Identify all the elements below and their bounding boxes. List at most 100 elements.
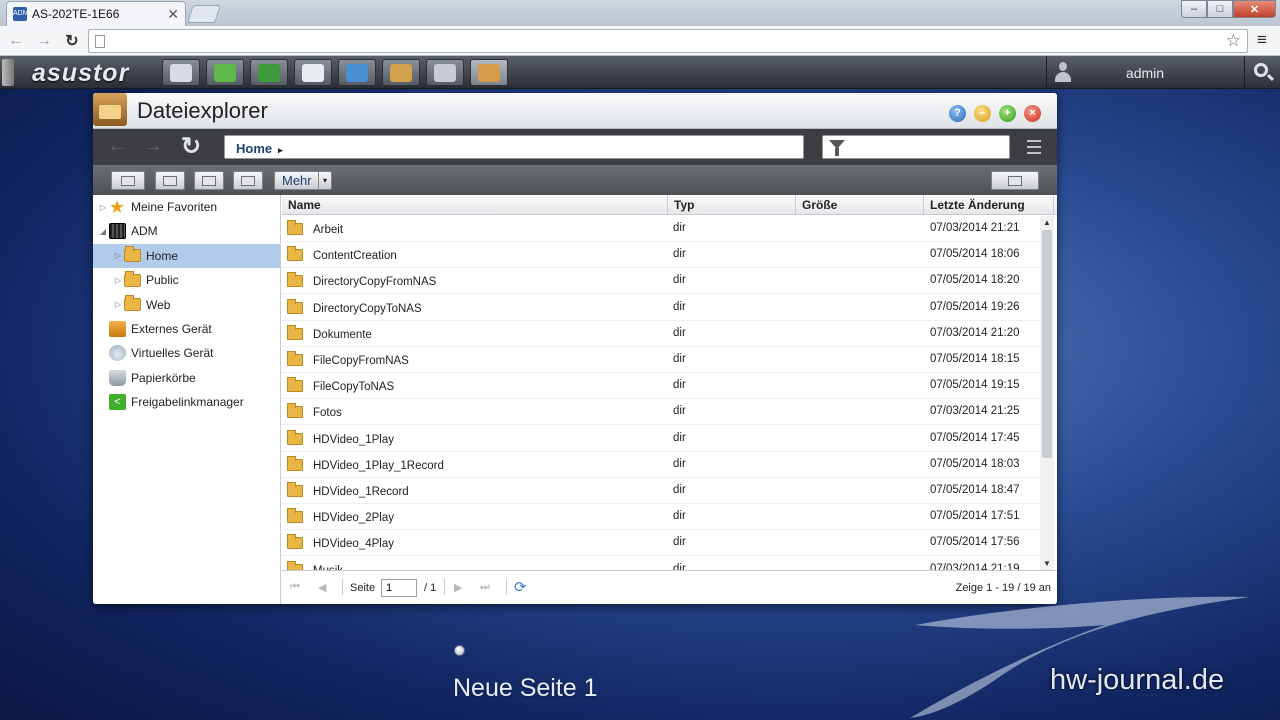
refresh-list-icon[interactable]: ⟳ [514,578,527,596]
table-row[interactable]: HDVideo_2Play dir 07/05/2014 17:51 [282,504,1040,531]
external-devices-app-icon[interactable] [426,59,464,86]
file-modified: 07/03/2014 21:20 [930,326,1020,339]
first-page-icon[interactable]: ⏮ [290,581,300,594]
browser-tab[interactable]: ADM AS-202TE-1E66 ✕ [6,1,186,26]
scroll-up-icon[interactable]: ▲ [1043,218,1051,227]
tree-item-home[interactable]: ▷ Home [93,243,280,268]
table-row[interactable]: FileCopyFromNAS dir 07/05/2014 18:15 [282,347,1040,373]
file-rows: Arbeit dir 07/03/2014 21:21 ContentCreation… [282,216,1040,570]
minimize-button[interactable]: – [974,105,991,122]
previous-page-icon[interactable]: ◀ [318,581,326,594]
maximize-button[interactable]: + [999,105,1016,122]
tree-item-label: Externes Gerät [131,322,212,336]
breadcrumb-arrow-icon[interactable]: ▸ [278,145,283,155]
window-titlebar[interactable]: Dateiexplorer ? – + × [93,93,1057,129]
back-button[interactable]: ← [4,32,28,50]
table-row[interactable]: DirectoryCopyFromNAS dir 07/05/2014 18:20 [282,268,1040,295]
table-row[interactable]: Arbeit dir 07/03/2014 21:21 [282,216,1040,242]
refresh-icon[interactable]: ↻ [181,132,201,161]
page-number-input[interactable] [381,579,417,597]
forward-icon[interactable]: → [143,135,163,158]
tree-item-adm[interactable]: ◢ ADM [93,219,280,243]
table-row[interactable]: HDVideo_4Play dir 07/05/2014 17:56 [282,530,1040,557]
filter-input[interactable] [822,135,1010,159]
window-close-button[interactable]: ✕ [1233,0,1276,18]
reload-button[interactable]: ↻ [60,31,84,51]
system-information-app-icon[interactable] [162,59,200,86]
next-page-icon[interactable]: ▶ [454,581,462,594]
upload-button[interactable] [111,171,145,190]
list-options-icon[interactable] [1027,140,1041,154]
table-row[interactable]: Dokumente dir 07/03/2014 21:20 [282,321,1040,347]
new-folder-button[interactable] [155,171,185,190]
folder-icon [287,508,303,524]
taskbar-handle[interactable] [2,59,14,86]
expander-icon[interactable]: ▷ [97,203,109,212]
user-icon[interactable] [1054,62,1072,82]
column-size[interactable]: Größe [796,195,924,215]
window-maximize-button[interactable]: □ [1207,0,1233,18]
tree-item-web[interactable]: ▷ Web [93,293,280,317]
breadcrumb-home[interactable]: Home [236,141,272,156]
new-tab-button[interactable] [187,5,221,23]
folder-icon [124,270,141,287]
path-bar[interactable]: Home ▸ [224,135,804,159]
access-control-app-icon[interactable] [294,59,332,86]
app-central-icon[interactable] [250,59,288,86]
table-row[interactable]: Musikdir07/03/2014 21:19 [282,557,1040,570]
table-row[interactable]: DirectoryCopyToNAS dir 07/05/2014 19:26 [282,295,1040,321]
properties-icon [241,175,255,186]
page-icon [95,35,105,48]
tree-item-meine-favoriten[interactable]: ▷ ★ Meine Favoriten [93,195,280,219]
tab-close-icon[interactable]: ✕ [167,6,179,23]
file-modified: 07/05/2014 19:15 [930,379,1020,392]
last-page-icon[interactable]: ⏭ [480,581,490,594]
table-row[interactable]: HDVideo_1Record dir 07/05/2014 18:47 [282,478,1040,504]
storage-manager-app-icon-glyph [214,63,236,82]
storage-manager-app-icon[interactable] [206,59,244,86]
search-icon[interactable] [1254,63,1268,77]
tree-item-papierk-rbe[interactable]: Papierkörbe [93,366,280,390]
table-row[interactable]: HDVideo_1Play_1Record dir 07/05/2014 18:03 [282,452,1040,478]
file-explorer-app-icon[interactable] [470,59,508,86]
more-button[interactable]: Mehr ▾ [274,171,332,190]
bookmark-star-icon[interactable]: ☆ [1226,31,1241,51]
scroll-thumb[interactable] [1042,230,1052,458]
tree-item-externes-ger-t[interactable]: Externes Gerät [93,317,280,341]
table-row[interactable]: FileCopyToNAS dir 07/05/2014 19:15 [282,373,1040,400]
expander-icon[interactable]: ▷ [112,276,124,285]
folder-icon [287,298,303,314]
services-app-icon[interactable] [338,59,376,86]
close-button[interactable]: × [1024,105,1041,122]
tree-item-public[interactable]: ▷ Public [93,268,280,292]
page-indicator-dot[interactable] [454,645,465,656]
table-row[interactable]: Fotos dir 07/03/2014 21:25 [282,399,1040,426]
tree-item-freigabelinkmanager[interactable]: < Freigabelinkmanager [93,390,280,414]
folder-icon [287,220,303,235]
back-icon[interactable]: ← [107,135,127,158]
table-row[interactable]: ContentCreation dir 07/05/2014 18:06 [282,242,1040,269]
activity-monitor-app-icon[interactable] [382,59,420,86]
column-modified[interactable]: Letzte Änderung [924,195,1054,215]
table-row[interactable]: HDVideo_1Play dir 07/05/2014 17:45 [282,426,1040,452]
user-name[interactable]: admin [1090,65,1200,81]
file-name: Fotos [313,407,342,420]
properties-button[interactable] [233,171,263,190]
scrollbar[interactable]: ▲ ▼ [1040,216,1054,570]
watermark-swoosh [910,596,1250,718]
column-name[interactable]: Name [282,195,668,215]
help-button[interactable]: ? [949,105,966,122]
expander-icon[interactable]: ◢ [97,227,109,236]
address-bar[interactable]: ☆ [88,29,1248,53]
forward-button[interactable]: → [32,32,56,50]
scroll-down-icon[interactable]: ▼ [1043,559,1051,568]
expander-icon[interactable]: ▷ [112,251,124,260]
tree-item-virtuelles-ger-t[interactable]: Virtuelles Gerät [93,341,280,365]
rename-button[interactable] [194,171,224,190]
expander-icon[interactable]: ▷ [112,300,124,309]
column-type[interactable]: Typ [668,195,796,215]
view-mode-button[interactable] [991,171,1039,190]
divider [506,579,507,595]
window-minimize-button[interactable]: ‒ [1181,0,1207,18]
browser-menu-icon[interactable]: ≡ [1257,30,1267,50]
